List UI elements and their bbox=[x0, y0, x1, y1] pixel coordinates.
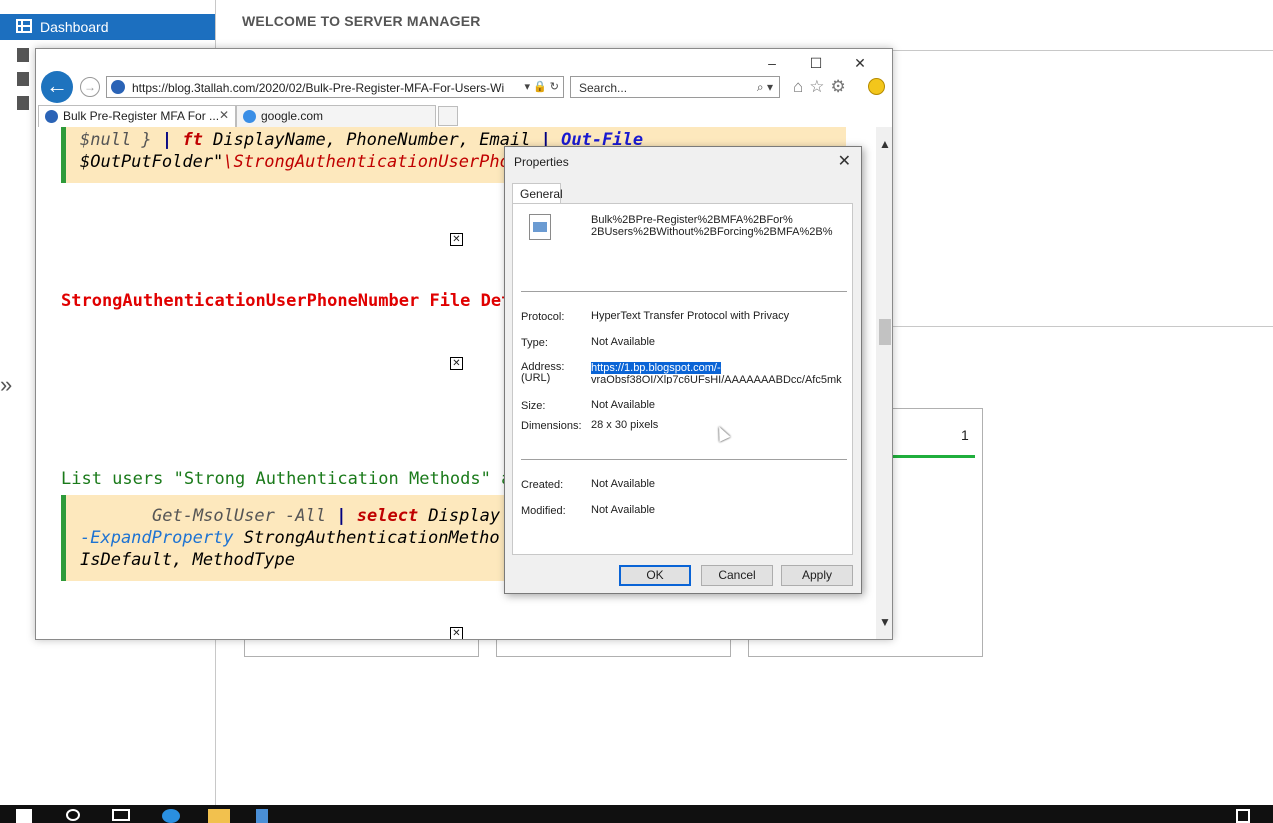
start-windows-icon[interactable] bbox=[16, 809, 32, 823]
scroll-thumb[interactable] bbox=[879, 319, 891, 345]
tile-count: 1 bbox=[961, 427, 969, 443]
properties-dialog: Properties ✕ General Bulk%2BPre-Register… bbox=[504, 146, 862, 594]
created-value: Not Available bbox=[591, 478, 656, 490]
broken-image-icon: ✕ bbox=[450, 627, 463, 639]
forward-button[interactable]: → bbox=[80, 77, 100, 97]
close-icon[interactable]: ✕ bbox=[838, 151, 851, 171]
toolbar-icons: ⌂☆⚙ bbox=[793, 77, 852, 97]
search-icon[interactable] bbox=[66, 809, 80, 821]
section-heading: List users "Strong Authentication Method… bbox=[61, 469, 512, 489]
settings-gear-icon[interactable]: ⚙ bbox=[831, 77, 852, 96]
search-input[interactable]: Search... ⌕ ▾ bbox=[570, 76, 780, 98]
site-favicon-icon bbox=[111, 80, 125, 94]
cancel-button[interactable]: Cancel bbox=[701, 565, 773, 586]
modified-value: Not Available bbox=[591, 504, 656, 516]
protocol-value: HyperText Transfer Protocol with Privacy bbox=[591, 310, 790, 322]
minimize-icon[interactable]: – bbox=[750, 55, 794, 71]
address-bar[interactable]: https://blog.3tallah.com/2020/02/Bulk-Pr… bbox=[106, 76, 564, 98]
divider bbox=[521, 291, 847, 292]
new-tab-button[interactable] bbox=[438, 106, 458, 126]
dashboard-icon bbox=[16, 19, 32, 33]
url-text[interactable]: https://blog.3tallah.com/2020/02/Bulk-Pr… bbox=[132, 81, 512, 95]
file-explorer-icon[interactable] bbox=[208, 809, 230, 823]
tab-general[interactable]: General bbox=[512, 183, 563, 204]
home-icon[interactable]: ⌂ bbox=[793, 77, 809, 96]
file-services-icon[interactable] bbox=[17, 96, 29, 110]
scroll-up-icon[interactable]: ▲ bbox=[879, 137, 891, 151]
task-view-icon[interactable] bbox=[112, 809, 130, 821]
dialog-title: Properties bbox=[514, 155, 569, 169]
ie-favicon-icon bbox=[243, 110, 256, 123]
ok-button[interactable]: OK bbox=[619, 565, 691, 586]
site-favicon-icon bbox=[45, 110, 58, 123]
lock-refresh-icon[interactable]: ▾ 🔒 ↻ bbox=[524, 80, 559, 93]
type-value: Not Available bbox=[591, 336, 656, 348]
apply-button[interactable]: Apply bbox=[781, 565, 853, 586]
notification-icon[interactable] bbox=[1236, 809, 1250, 823]
vertical-scrollbar[interactable]: ▲ ▼ bbox=[876, 127, 892, 639]
address-url-label: (URL) bbox=[521, 372, 551, 384]
feedback-smiley-icon[interactable] bbox=[868, 78, 885, 95]
server-manager-icon[interactable] bbox=[256, 809, 268, 823]
size-label: Size: bbox=[521, 400, 546, 412]
local-server-icon[interactable] bbox=[17, 48, 29, 62]
dimensions-value: 28 x 30 pixels bbox=[591, 419, 659, 431]
search-placeholder: Search... bbox=[579, 81, 628, 95]
status-bar bbox=[893, 455, 975, 458]
close-tab-icon[interactable]: ✕ bbox=[219, 108, 229, 122]
image-file-icon bbox=[529, 214, 551, 240]
broken-image-icon: ✕ bbox=[450, 357, 463, 370]
address-value[interactable]: https://1.bp.blogspot.com/- vraObsf38OI/… bbox=[591, 362, 847, 384]
expand-chevron-icon[interactable]: » bbox=[0, 372, 12, 398]
tab-label: google.com bbox=[261, 109, 324, 123]
ie-taskbar-icon[interactable] bbox=[162, 809, 180, 823]
nav-item-dashboard[interactable]: Dashboard bbox=[0, 14, 215, 40]
size-value: Not Available bbox=[591, 399, 656, 411]
tab-google[interactable]: google.com bbox=[236, 105, 436, 127]
broken-image-icon: ✕ bbox=[450, 233, 463, 246]
url-continued-text: vraObsf38OI/Xlp7c6UFsHI/AAAAAAABDcc/Afc5… bbox=[591, 374, 842, 384]
file-name: Bulk%2BPre-Register%2BMFA%2BFor% 2BUsers… bbox=[591, 214, 833, 238]
general-panel: Bulk%2BPre-Register%2BMFA%2BFor% 2BUsers… bbox=[512, 203, 853, 555]
tab-label: Bulk Pre-Register MFA For ... bbox=[63, 109, 220, 123]
modified-label: Modified: bbox=[521, 505, 566, 517]
selected-url-text: https://1.bp.blogspot.com/- bbox=[591, 362, 721, 374]
all-servers-icon[interactable] bbox=[17, 72, 29, 86]
type-label: Type: bbox=[521, 337, 548, 349]
maximize-icon[interactable]: ☐ bbox=[794, 55, 838, 72]
tab-bulk-pre-register[interactable]: Bulk Pre-Register MFA For ... ✕ bbox=[38, 105, 236, 127]
created-label: Created: bbox=[521, 479, 564, 491]
taskbar bbox=[0, 805, 1273, 823]
close-icon[interactable]: ✕ bbox=[838, 55, 882, 72]
favorites-star-icon[interactable]: ☆ bbox=[809, 77, 830, 96]
nav-item-dashboard-label: Dashboard bbox=[40, 19, 109, 35]
page-title: WELCOME TO SERVER MANAGER bbox=[242, 13, 481, 29]
scroll-down-icon[interactable]: ▼ bbox=[879, 615, 891, 629]
search-icon[interactable]: ⌕ ▾ bbox=[757, 80, 773, 95]
protocol-label: Protocol: bbox=[521, 311, 565, 323]
back-button[interactable]: ← bbox=[41, 71, 73, 103]
divider bbox=[893, 326, 1273, 327]
window-controls: – ☐ ✕ bbox=[750, 55, 882, 72]
section-heading: StrongAuthenticationUserPhoneNumber File… bbox=[61, 291, 512, 311]
divider bbox=[521, 459, 847, 460]
dimensions-label: Dimensions: bbox=[521, 420, 582, 432]
